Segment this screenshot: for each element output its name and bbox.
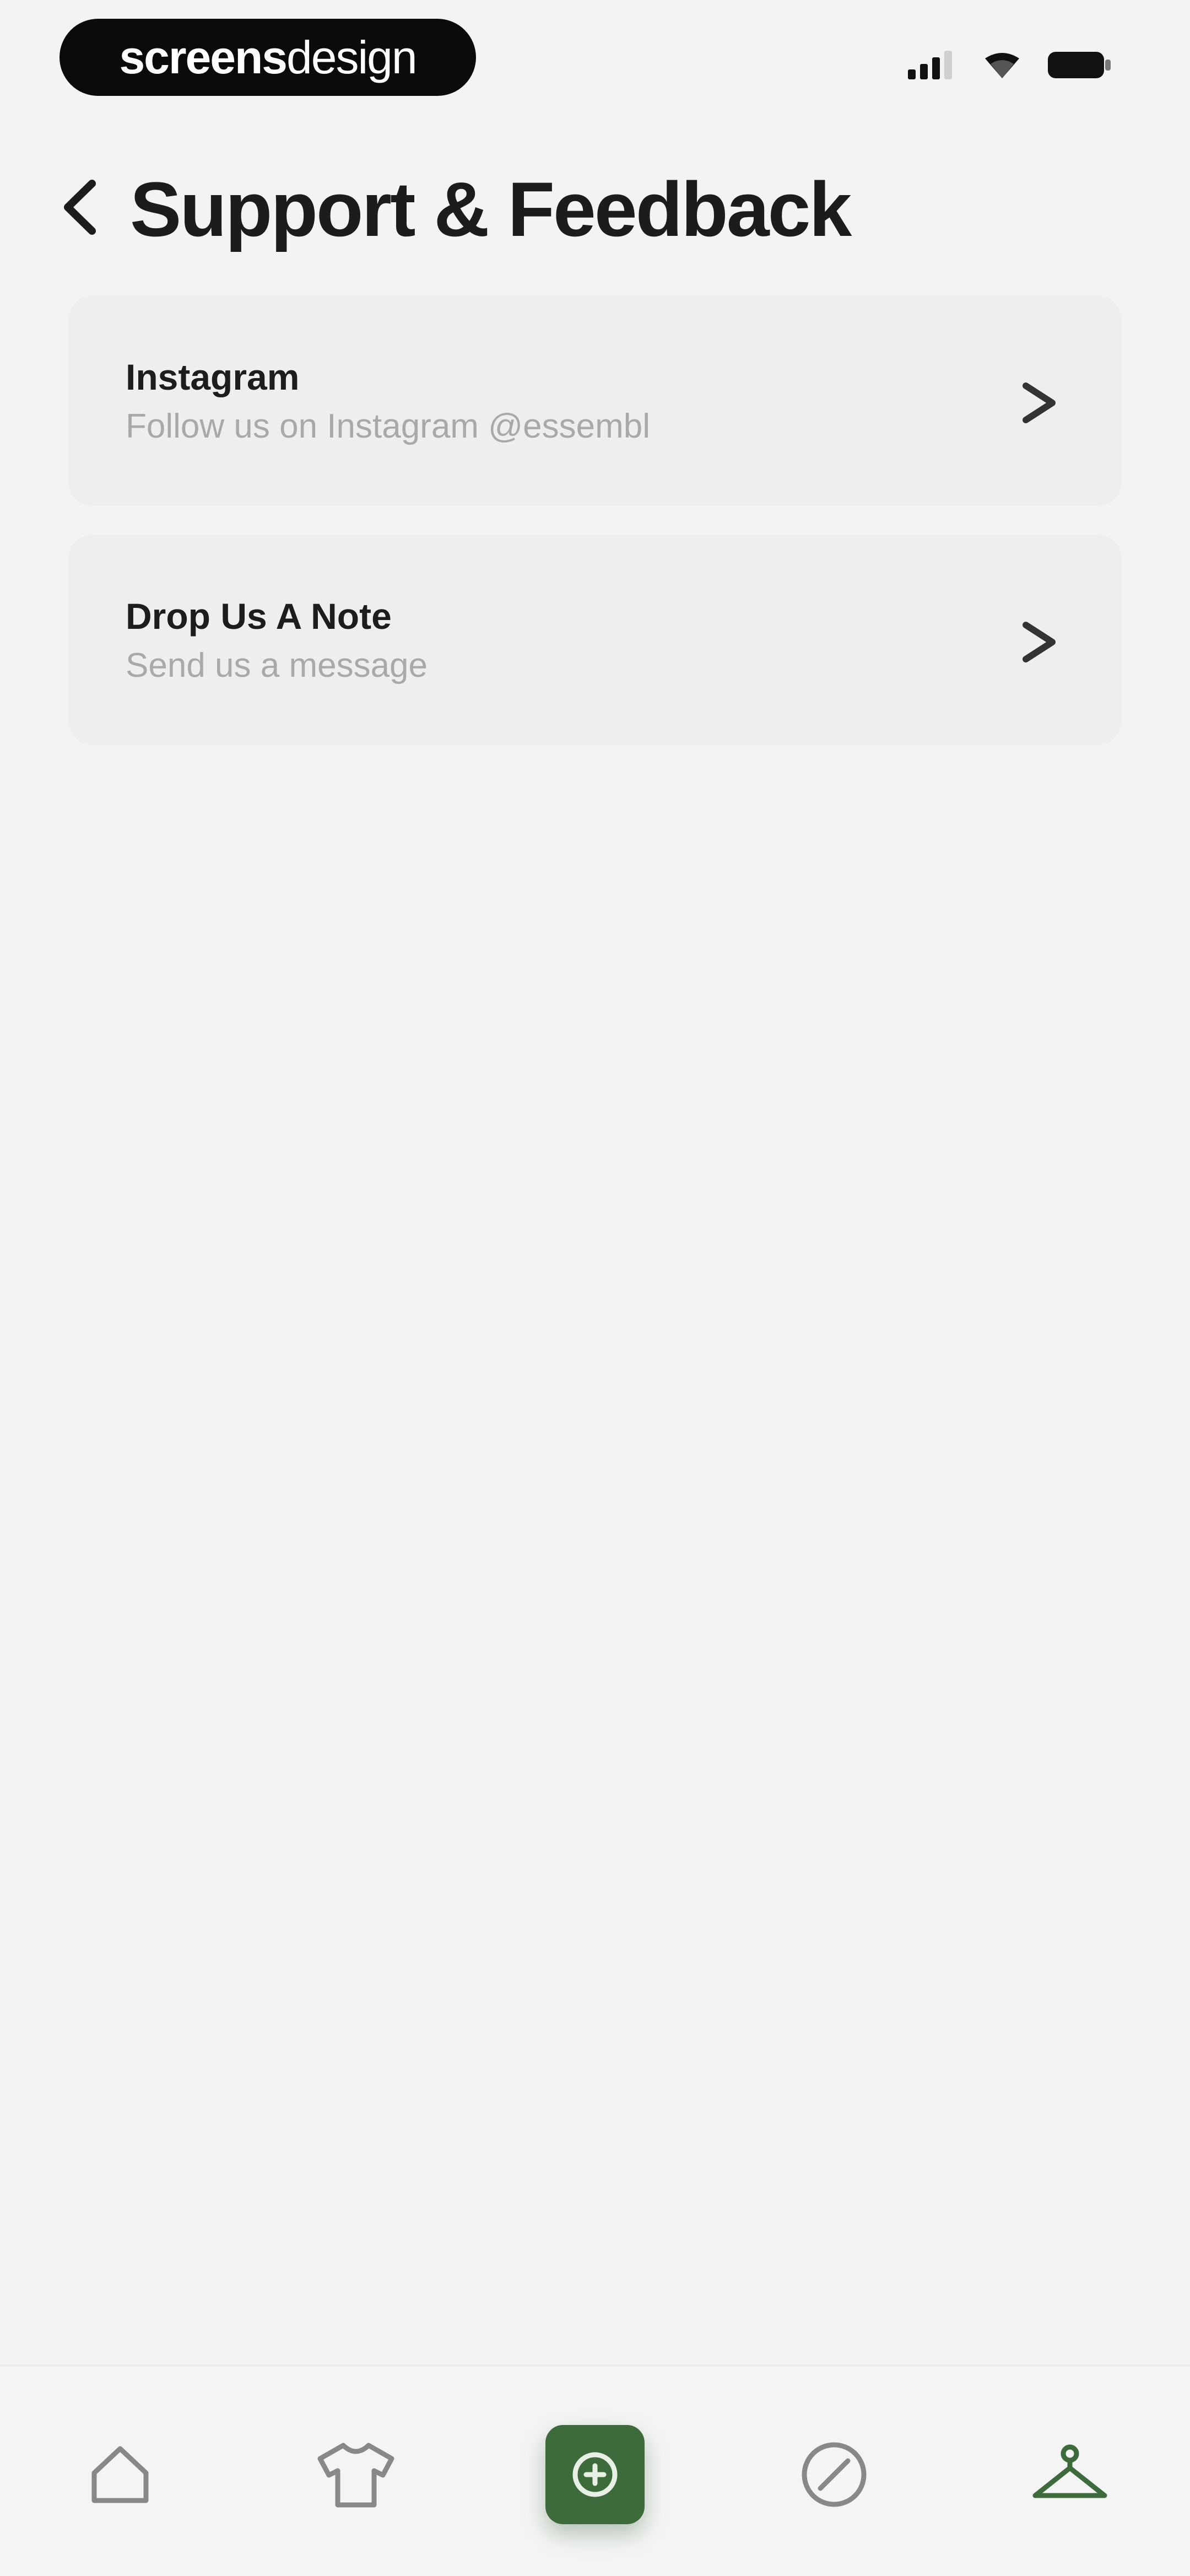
- support-options-list: Instagram Follow us on Instagram @essemb…: [68, 295, 1122, 774]
- card-title: Drop Us A Note: [126, 596, 392, 637]
- home-icon: [91, 2446, 149, 2503]
- nav-explore[interactable]: [779, 2419, 889, 2530]
- chevron-right-icon: [1023, 622, 1056, 662]
- brand-text-light: design: [286, 31, 418, 83]
- wifi-icon: [983, 51, 1021, 79]
- status-icons: [908, 50, 1113, 80]
- chevron-right-icon: [1023, 382, 1056, 423]
- card-subtitle: Follow us on Instagram @essembl: [126, 407, 650, 445]
- status-bar: screens design: [0, 0, 1190, 127]
- chevron-left-icon: [64, 180, 96, 235]
- page-title: Support & Feedback: [130, 166, 852, 252]
- instagram-card[interactable]: Instagram Follow us on Instagram @essemb…: [68, 295, 1122, 506]
- battery-icon: [1047, 50, 1113, 80]
- nav-hanger[interactable]: [1015, 2419, 1125, 2530]
- add-center-icon: [572, 2452, 618, 2497]
- nav-wardrobe[interactable]: [301, 2419, 411, 2530]
- page-header: Support & Feedback: [0, 160, 1190, 259]
- nav-home[interactable]: [65, 2419, 175, 2530]
- cellular-signal-icon: [908, 51, 958, 79]
- compass-icon: [802, 2442, 867, 2507]
- hanger-icon: [1032, 2444, 1107, 2498]
- shirt-icon: [317, 2443, 394, 2508]
- card-subtitle: Send us a message: [126, 646, 428, 685]
- bottom-navigation: [0, 2364, 1190, 2576]
- nav-center-button[interactable]: [545, 2425, 645, 2524]
- brand-text-bold: screens: [119, 31, 288, 83]
- card-title: Instagram: [126, 357, 300, 397]
- back-button[interactable]: [50, 174, 110, 240]
- brand-watermark: screens design: [60, 19, 476, 96]
- drop-us-a-note-card[interactable]: Drop Us A Note Send us a message: [68, 535, 1122, 745]
- nav-add[interactable]: [540, 2419, 650, 2530]
